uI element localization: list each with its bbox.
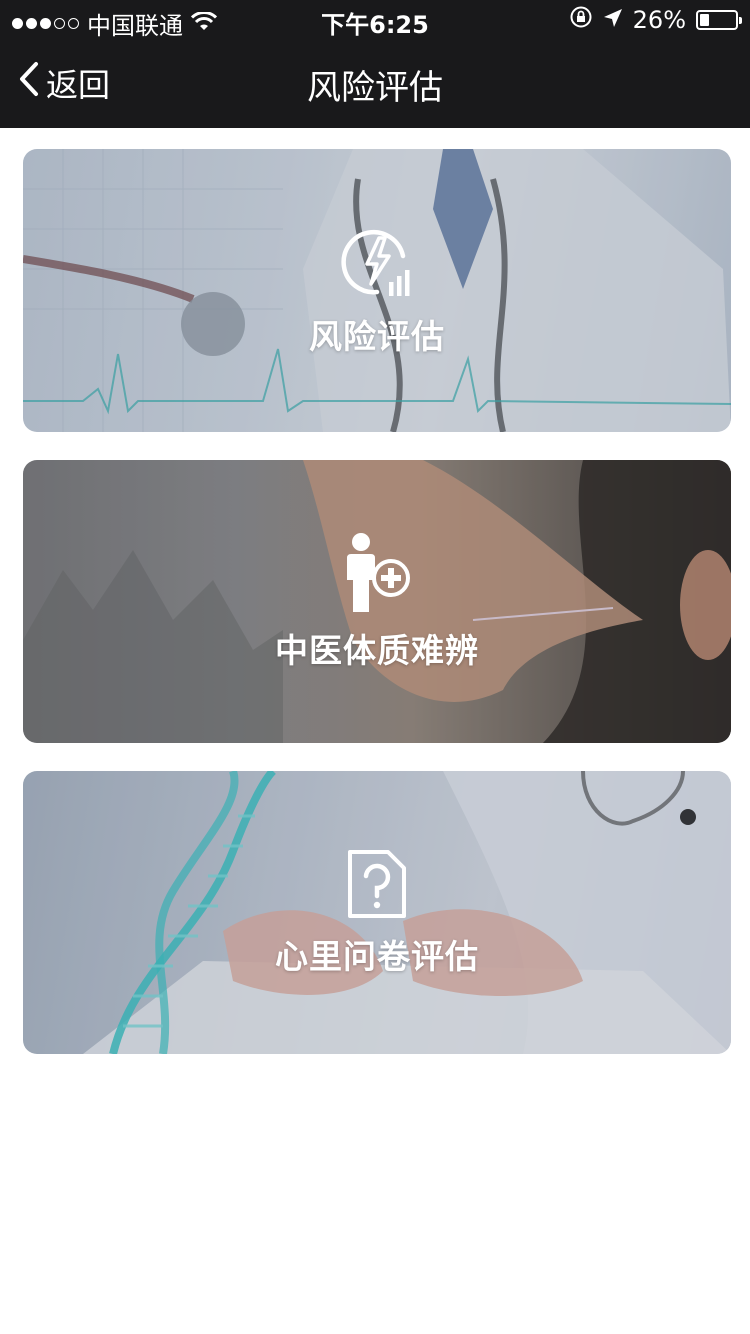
question-document-icon xyxy=(346,848,408,920)
page-title: 风险评估 xyxy=(307,68,443,108)
location-arrow-icon xyxy=(603,6,623,34)
lightning-chart-icon xyxy=(339,224,415,300)
assessment-card-list: 风险评估 中医体质难辨 心里问卷评估 xyxy=(23,149,731,1082)
status-bar: 中国联通 下午6:25 26% xyxy=(0,0,750,40)
person-plus-icon xyxy=(341,532,413,614)
card-label: 心里问卷评估 xyxy=(275,936,479,976)
status-right: 26% xyxy=(569,5,742,35)
card-tcm-constitution[interactable]: 中医体质难辨 xyxy=(23,460,731,743)
card-label: 风险评估 xyxy=(309,316,445,356)
battery-percent: 26% xyxy=(632,6,686,34)
orientation-lock-icon xyxy=(569,5,593,35)
card-label: 中医体质难辨 xyxy=(275,630,479,670)
navigation-bar: 返回 风险评估 xyxy=(0,40,750,128)
card-risk-assessment[interactable]: 风险评估 xyxy=(23,149,731,432)
card-psychological-questionnaire[interactable]: 心里问卷评估 xyxy=(23,771,731,1054)
battery-icon xyxy=(696,10,742,30)
